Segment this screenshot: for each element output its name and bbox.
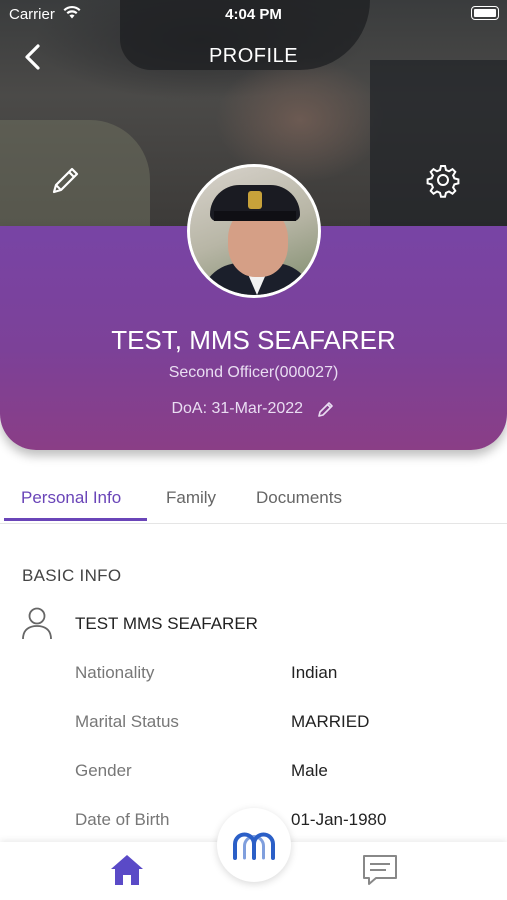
tab-bar: Personal Info Family Documents bbox=[0, 480, 507, 524]
tab-documents[interactable]: Documents bbox=[256, 488, 342, 508]
logo-icon bbox=[233, 832, 275, 860]
pencil-icon bbox=[52, 167, 79, 194]
pencil-icon bbox=[317, 402, 333, 417]
clock: 4:04 PM bbox=[225, 6, 282, 23]
settings-button[interactable] bbox=[425, 162, 461, 198]
info-row-marital-status: Marital Status MARRIED bbox=[0, 712, 507, 742]
info-value: Male bbox=[291, 761, 328, 780]
info-label: Nationality bbox=[75, 663, 155, 682]
info-value: MARRIED bbox=[291, 712, 370, 731]
info-label: Date of Birth bbox=[75, 810, 170, 829]
tab-personal-info[interactable]: Personal Info bbox=[21, 488, 121, 508]
messages-tab-button[interactable] bbox=[360, 852, 400, 888]
doa-text: DoA: 31-Mar-2022 bbox=[171, 400, 304, 418]
info-label: Marital Status bbox=[75, 712, 179, 731]
avatar[interactable] bbox=[187, 164, 321, 298]
gear-icon bbox=[426, 165, 460, 198]
active-tab-indicator bbox=[4, 518, 147, 521]
status-bar: Carrier 4:04 PM bbox=[0, 0, 507, 28]
section-title: BASIC INFO bbox=[22, 566, 122, 585]
info-value: 01-Jan-1980 bbox=[291, 810, 387, 829]
info-row-gender: Gender Male bbox=[0, 761, 507, 791]
info-row-nationality: Nationality Indian bbox=[0, 663, 507, 693]
seafarer-full-name: TEST MMS SEAFARER bbox=[75, 614, 258, 633]
center-logo-button[interactable] bbox=[217, 808, 291, 882]
tab-family[interactable]: Family bbox=[166, 488, 216, 508]
home-icon bbox=[111, 855, 143, 885]
profile-name: TEST, MMS SEAFARER bbox=[111, 325, 396, 355]
person-icon bbox=[22, 607, 52, 640]
info-label: Gender bbox=[75, 761, 132, 780]
profile-rank: Second Officer(000027) bbox=[168, 364, 339, 381]
edit-profile-button[interactable] bbox=[48, 162, 84, 198]
profile-doa: DoA: 31-Mar-2022 bbox=[0, 399, 507, 419]
chat-icon bbox=[363, 855, 397, 885]
info-value: Indian bbox=[291, 663, 338, 682]
battery-icon bbox=[471, 6, 499, 20]
edit-doa-button[interactable] bbox=[316, 399, 336, 419]
home-tab-button[interactable] bbox=[108, 852, 146, 888]
page-title: PROFILE bbox=[208, 45, 299, 67]
